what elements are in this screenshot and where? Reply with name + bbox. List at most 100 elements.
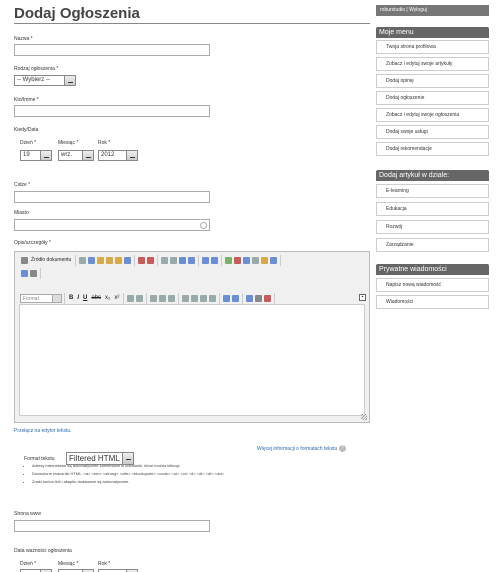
collapse-toolbar-button[interactable]: ▪ xyxy=(359,294,366,301)
ltr-icon[interactable] xyxy=(223,294,231,302)
copy-icon[interactable] xyxy=(88,256,96,264)
flash-icon[interactable] xyxy=(234,256,242,264)
outdent-icon[interactable] xyxy=(150,294,158,302)
indent-icon[interactable] xyxy=(159,294,167,302)
resize-grip-icon[interactable] xyxy=(361,414,367,420)
sidebar-item-elearning[interactable]: E-learning xyxy=(376,184,489,198)
bullet-list-icon[interactable] xyxy=(136,294,144,302)
source-button[interactable]: Źródło dokumentu xyxy=(31,257,71,263)
city-label: Miasto xyxy=(14,210,29,216)
paste-icon[interactable] xyxy=(97,256,105,264)
price-input[interactable] xyxy=(14,191,210,203)
anchor-icon[interactable] xyxy=(264,294,272,302)
redo-icon[interactable] xyxy=(170,256,178,264)
editor-toolbar-row-1: Źródło dokumentu xyxy=(18,254,282,266)
paste-word-icon[interactable] xyxy=(115,256,123,264)
name-label: Nazwa * xyxy=(14,36,33,42)
who-label: Kto/Imme * xyxy=(14,97,39,103)
spellcheck-icon[interactable] xyxy=(138,256,146,264)
autocomplete-icon xyxy=(200,222,207,229)
replace-icon[interactable] xyxy=(188,256,196,264)
format-select[interactable]: Format xyxy=(20,293,62,303)
editor-toolbar-row-2 xyxy=(18,267,41,279)
list-item: Adresy internetowe są automatycznie zami… xyxy=(32,462,224,470)
align-right-icon[interactable] xyxy=(200,294,208,302)
remove-format-icon[interactable] xyxy=(211,256,219,264)
strike-button[interactable]: abc xyxy=(91,295,101,301)
sidebar-item-profile[interactable]: Twoja strona profilowa xyxy=(376,40,489,54)
type-select-value: -- Wybierz -- xyxy=(17,77,50,83)
unlink-icon[interactable] xyxy=(255,294,263,302)
sidebar-item-add-ad[interactable]: Dodaj ogłoszenie xyxy=(376,91,489,105)
subscript-button[interactable]: x₂ xyxy=(105,295,110,301)
expiry-label: Data ważności ogłoszenia xyxy=(14,548,72,554)
rtl-icon[interactable] xyxy=(232,294,240,302)
sidebar-item-my-ads[interactable]: Zobacz i edytuj swoje ogłoszenia xyxy=(376,108,489,122)
scayt-icon[interactable] xyxy=(147,256,155,264)
desc-label: Opis/szczegóły * xyxy=(14,240,51,246)
price-label: Cidze * xyxy=(14,182,31,188)
list-item: Znaki końca linii i akapitu dodawane są … xyxy=(32,478,224,486)
private-messages-title: Prywatne wiadomości xyxy=(376,264,489,275)
year-select-value: 2012 xyxy=(101,152,115,158)
sidebar-item-development[interactable]: Rozwój xyxy=(376,220,489,234)
numbered-list-icon[interactable] xyxy=(127,294,135,302)
blocks-icon[interactable] xyxy=(30,269,37,277)
italic-button[interactable]: I xyxy=(77,295,79,301)
cut-icon[interactable] xyxy=(79,256,87,264)
chevron-down-icon xyxy=(82,151,93,160)
more-info-link[interactable]: Więcej informacji o formatach tekstu xyxy=(257,446,337,452)
month-select-value: wrz. xyxy=(61,152,72,158)
find-icon[interactable] xyxy=(179,256,187,264)
sidebar-item-new-message[interactable]: Napisz nową wiadomość xyxy=(376,278,489,292)
source-icon[interactable] xyxy=(21,256,28,264)
name-input[interactable] xyxy=(14,44,210,56)
type-select[interactable]: -- Wybierz -- xyxy=(14,75,76,86)
who-input[interactable] xyxy=(14,105,210,117)
align-left-icon[interactable] xyxy=(182,294,190,302)
chevron-down-icon xyxy=(64,76,75,85)
editor-text-area[interactable] xyxy=(19,304,365,416)
superscript-button[interactable]: x² xyxy=(114,295,119,301)
special-char-icon[interactable] xyxy=(270,256,278,264)
day-select-value: 19 xyxy=(23,152,30,158)
horizontal-rule-icon[interactable] xyxy=(252,256,260,264)
sidebar-item-messages[interactable]: Wiadomości xyxy=(376,295,489,309)
smiley-icon[interactable] xyxy=(261,256,269,264)
align-center-icon[interactable] xyxy=(191,294,199,302)
add-article-title: Dodaj artykuł w dziale: xyxy=(376,170,489,181)
expiry-year-label: Rok * xyxy=(98,561,111,567)
rich-text-editor: Źródło dokumentu Format B I U abc x₂ x² … xyxy=(14,251,370,423)
paste-text-icon[interactable] xyxy=(106,256,114,264)
sidebar-item-add-opinion[interactable]: Dodaj opinię xyxy=(376,74,489,88)
blockquote-icon[interactable] xyxy=(168,294,176,302)
maximize-icon[interactable] xyxy=(21,269,28,277)
bold-button[interactable]: B xyxy=(69,295,73,301)
main-content: Dodaj Ogłoszenia Nazwa * Rodzaj ogłoszen… xyxy=(14,6,370,572)
www-input[interactable] xyxy=(14,520,210,532)
day-label: Dzień * xyxy=(20,140,37,146)
undo-icon[interactable] xyxy=(161,256,169,264)
sidebar-item-articles[interactable]: Zobacz i edytuj swoje artykuły xyxy=(376,57,489,71)
print-icon[interactable] xyxy=(124,256,132,264)
year-select[interactable]: 2012 xyxy=(98,150,138,161)
month-select[interactable]: wrz. xyxy=(58,150,94,161)
my-menu-title: Moje menu xyxy=(376,27,489,38)
when-label: Kiedy/Data xyxy=(14,127,39,133)
sidebar-item-management[interactable]: Zarządzanie xyxy=(376,238,489,252)
sidebar-item-add-services[interactable]: Dodaj swoje usługi xyxy=(376,125,489,139)
link-icon[interactable] xyxy=(246,294,254,302)
image-icon[interactable] xyxy=(225,256,233,264)
editor-toolbar-row-3: Format B I U abc x₂ x² xyxy=(18,292,276,304)
city-input[interactable] xyxy=(14,219,210,231)
user-bar[interactable]: roburstudio | Wyloguj xyxy=(376,5,489,16)
align-justify-icon[interactable] xyxy=(209,294,217,302)
day-select[interactable]: 19 xyxy=(20,150,52,161)
underline-button[interactable]: U xyxy=(83,295,87,301)
page-title: Dodaj Ogłoszenia xyxy=(14,6,370,24)
switch-editor-link[interactable]: Przełącz na edytor tekstu. xyxy=(14,428,72,434)
sidebar-item-education[interactable]: Edukacja xyxy=(376,202,489,216)
table-icon[interactable] xyxy=(243,256,251,264)
sidebar-item-add-recommendations[interactable]: Dodaj rekomendacje xyxy=(376,142,489,156)
select-all-icon[interactable] xyxy=(202,256,210,264)
